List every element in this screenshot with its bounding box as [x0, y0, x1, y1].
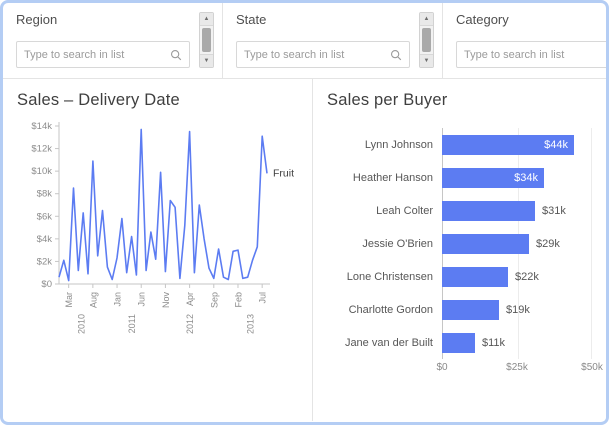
buyer-name-label: Jane van der Built [327, 337, 442, 349]
sales-bar[interactable] [442, 234, 529, 254]
bar-value-label: $31k [542, 205, 566, 217]
search-input-category[interactable] [464, 49, 606, 61]
line-chart-panel: Sales – Delivery Date $14k $12k $10k $8k $6k… [3, 79, 313, 421]
sales-bar[interactable]: $34k [442, 168, 544, 188]
bar-chart-panel: Sales per Buyer Lynn Johnson $44k Heather … [313, 79, 606, 421]
sales-line-series[interactable] [59, 129, 267, 280]
scroll-down-icon[interactable]: ▼ [200, 54, 213, 67]
filter-label-region: Region [16, 12, 190, 27]
bar-track: $29k [442, 234, 592, 254]
filter-pane-category: Category ▲ ▼ [443, 3, 609, 78]
bar-track: $31k [442, 201, 592, 221]
series-label-fruit: Fruit [273, 167, 294, 179]
line-chart-title: Sales – Delivery Date [17, 91, 308, 110]
sales-bar[interactable] [442, 267, 508, 287]
sales-delivery-line-chart[interactable]: $14k $12k $10k $8k $6k $4k $2k $0 Mar Aug Jan Jun No… [17, 116, 301, 350]
svg-text:2010: 2010 [76, 314, 86, 334]
x-tick-25k: $25k [506, 362, 528, 373]
search-box[interactable] [456, 41, 609, 68]
search-input-state[interactable] [244, 49, 386, 61]
bar-x-axis: $0 $25k $50k [442, 362, 592, 378]
x-tick-50k: $50k [581, 362, 603, 373]
filter-main: Region [16, 12, 190, 68]
filter-row: Region ▲ ▼ State ▲ [3, 3, 606, 79]
sales-bar[interactable] [442, 333, 475, 353]
filter-main: State [236, 12, 410, 68]
dashboard-window: Region ▲ ▼ State ▲ [0, 0, 609, 425]
scroll-down-icon[interactable]: ▼ [420, 54, 433, 67]
bar-value-label: $34k [514, 172, 538, 184]
filter-label-state: State [236, 12, 410, 27]
svg-text:Mar: Mar [64, 292, 74, 308]
svg-text:$8k: $8k [37, 189, 53, 200]
svg-text:$4k: $4k [37, 234, 53, 245]
buyer-name-label: Jessie O'Brien [327, 238, 442, 250]
search-box[interactable] [16, 41, 190, 68]
filter-pane-region: Region ▲ ▼ [3, 3, 223, 78]
sales-bar[interactable] [442, 300, 499, 320]
scrollbar[interactable]: ▲ ▼ [419, 12, 434, 68]
bar-track: $11k [442, 333, 592, 353]
svg-text:Jan: Jan [113, 292, 123, 307]
svg-text:$10k: $10k [31, 166, 52, 177]
svg-text:Aug: Aug [88, 292, 98, 308]
bar-row: Leah Colter $31k [327, 194, 592, 227]
buyer-name-label: Heather Hanson [327, 172, 442, 184]
bar-value-label: $19k [506, 304, 530, 316]
scroll-up-icon[interactable]: ▲ [200, 13, 213, 26]
svg-text:$6k: $6k [37, 211, 53, 222]
svg-text:$0: $0 [41, 279, 52, 290]
scrollbar[interactable]: ▲ ▼ [199, 12, 214, 68]
x-tick-0: $0 [436, 362, 447, 373]
bar-row: Charlotte Gordon $19k [327, 293, 592, 326]
sales-bar[interactable] [442, 201, 535, 221]
svg-text:$12k: $12k [31, 144, 52, 155]
bar-row: Heather Hanson $34k [327, 161, 592, 194]
buyer-name-label: Charlotte Gordon [327, 304, 442, 316]
filter-main: Category [456, 12, 609, 68]
filter-label-category: Category [456, 12, 609, 27]
buyer-name-label: Lone Christensen [327, 271, 442, 283]
scroll-thumb[interactable] [202, 28, 211, 52]
buyer-name-label: Lynn Johnson [327, 139, 442, 151]
bar-row: Lynn Johnson $44k [327, 128, 592, 161]
filter-pane-state: State ▲ ▼ [223, 3, 443, 78]
bar-value-label: $11k [482, 337, 505, 349]
search-input-region[interactable] [24, 49, 166, 61]
bar-row: Jessie O'Brien $29k [327, 227, 592, 260]
bar-chart-title: Sales per Buyer [327, 91, 592, 110]
svg-text:$14k: $14k [31, 121, 52, 132]
sales-per-buyer-bar-chart: Lynn Johnson $44k Heather Hanson $34k Leah C… [327, 128, 592, 359]
search-icon[interactable] [170, 49, 182, 61]
svg-text:$2k: $2k [37, 256, 53, 267]
svg-text:Nov: Nov [161, 292, 171, 309]
search-icon[interactable] [390, 49, 402, 61]
bar-value-label: $29k [536, 238, 560, 250]
svg-text:Sep: Sep [209, 292, 219, 308]
bar-track: $22k [442, 267, 592, 287]
bar-track: $34k [442, 168, 592, 188]
bar-value-label: $22k [515, 271, 539, 283]
scroll-up-icon[interactable]: ▲ [420, 13, 433, 26]
bar-track: $44k [442, 135, 592, 155]
svg-text:Apr: Apr [185, 292, 195, 306]
bar-value-label: $44k [544, 139, 568, 151]
svg-text:2012: 2012 [185, 314, 195, 334]
bar-row: Lone Christensen $22k [327, 260, 592, 293]
svg-text:2013: 2013 [246, 314, 256, 334]
bar-track: $19k [442, 300, 592, 320]
search-box[interactable] [236, 41, 410, 68]
bar-row: Jane van der Built $11k [327, 326, 592, 359]
svg-text:2011: 2011 [127, 314, 137, 333]
sales-bar[interactable]: $44k [442, 135, 574, 155]
svg-text:Feb: Feb [233, 292, 243, 308]
buyer-name-label: Leah Colter [327, 205, 442, 217]
svg-text:Jul: Jul [258, 292, 268, 304]
scroll-thumb[interactable] [422, 28, 431, 52]
svg-text:Jun: Jun [137, 292, 147, 307]
charts-row: Sales – Delivery Date $14k $12k $10k $8k $6k… [3, 79, 606, 421]
